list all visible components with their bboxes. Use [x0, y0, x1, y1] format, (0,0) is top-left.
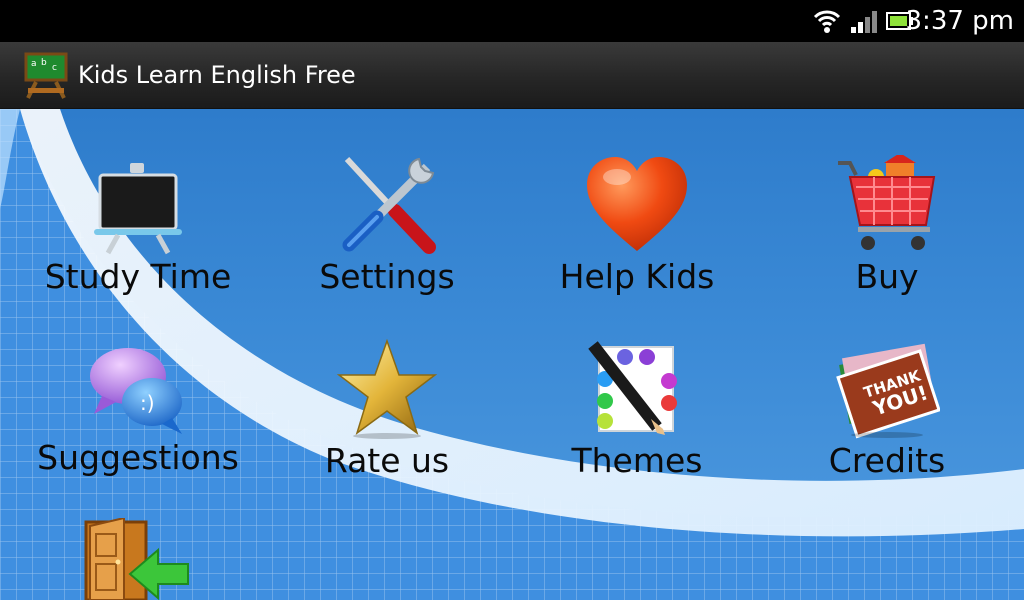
wifi-icon: [813, 10, 841, 33]
tools-icon: [342, 156, 436, 254]
palette-icon: [588, 341, 677, 435]
menu-label: Help Kids: [559, 257, 715, 296]
blackboard-icon: [94, 163, 182, 255]
menu-label: Settings: [319, 257, 455, 296]
menu-item-credits[interactable]: THANK YOU! Credits: [767, 339, 1007, 509]
heart-icon: [587, 157, 687, 251]
svg-text:a: a: [31, 59, 37, 69]
svg-text::): :): [140, 391, 155, 415]
menu-item-study-time[interactable]: Study Time: [18, 161, 258, 331]
menu-item-suggestions[interactable]: :) Suggestions: [18, 344, 258, 514]
menu-label: Credits: [828, 441, 946, 480]
menu-label: Themes: [571, 441, 703, 480]
thank-you-cards-icon: THANK YOU!: [836, 343, 940, 439]
app-title: Kids Learn English Free: [78, 61, 356, 89]
menu-label: Suggestions: [37, 438, 239, 477]
status-time: 3:37 pm: [905, 6, 1014, 36]
chalkboard-abc-icon: a b c: [24, 52, 68, 99]
exit-button[interactable]: [84, 516, 194, 600]
app-bar: a b c Kids Learn English Free: [0, 42, 1024, 109]
menu-item-rate-us[interactable]: Rate us: [267, 339, 507, 509]
exit-door-icon: [84, 516, 189, 600]
menu-label: Rate us: [324, 441, 450, 480]
status-bar: 3:37 pm: [0, 0, 1024, 42]
shopping-cart-icon: [838, 155, 936, 250]
menu-item-help-kids[interactable]: Help Kids: [517, 155, 757, 325]
menu-label: Study Time: [44, 257, 232, 296]
svg-text:c: c: [52, 63, 57, 73]
menu-item-settings[interactable]: Settings: [267, 155, 507, 325]
main-menu: Study Time Settings Help Kids Buy:) Sug…: [0, 109, 1024, 600]
menu-item-themes[interactable]: Themes: [517, 339, 757, 509]
menu-label: Buy: [855, 257, 919, 296]
signal-icon: [851, 11, 877, 33]
menu-item-buy[interactable]: Buy: [767, 155, 1007, 325]
svg-text:b: b: [41, 58, 47, 68]
chat-bubbles-icon: :): [90, 348, 182, 434]
star-icon: [336, 339, 438, 439]
